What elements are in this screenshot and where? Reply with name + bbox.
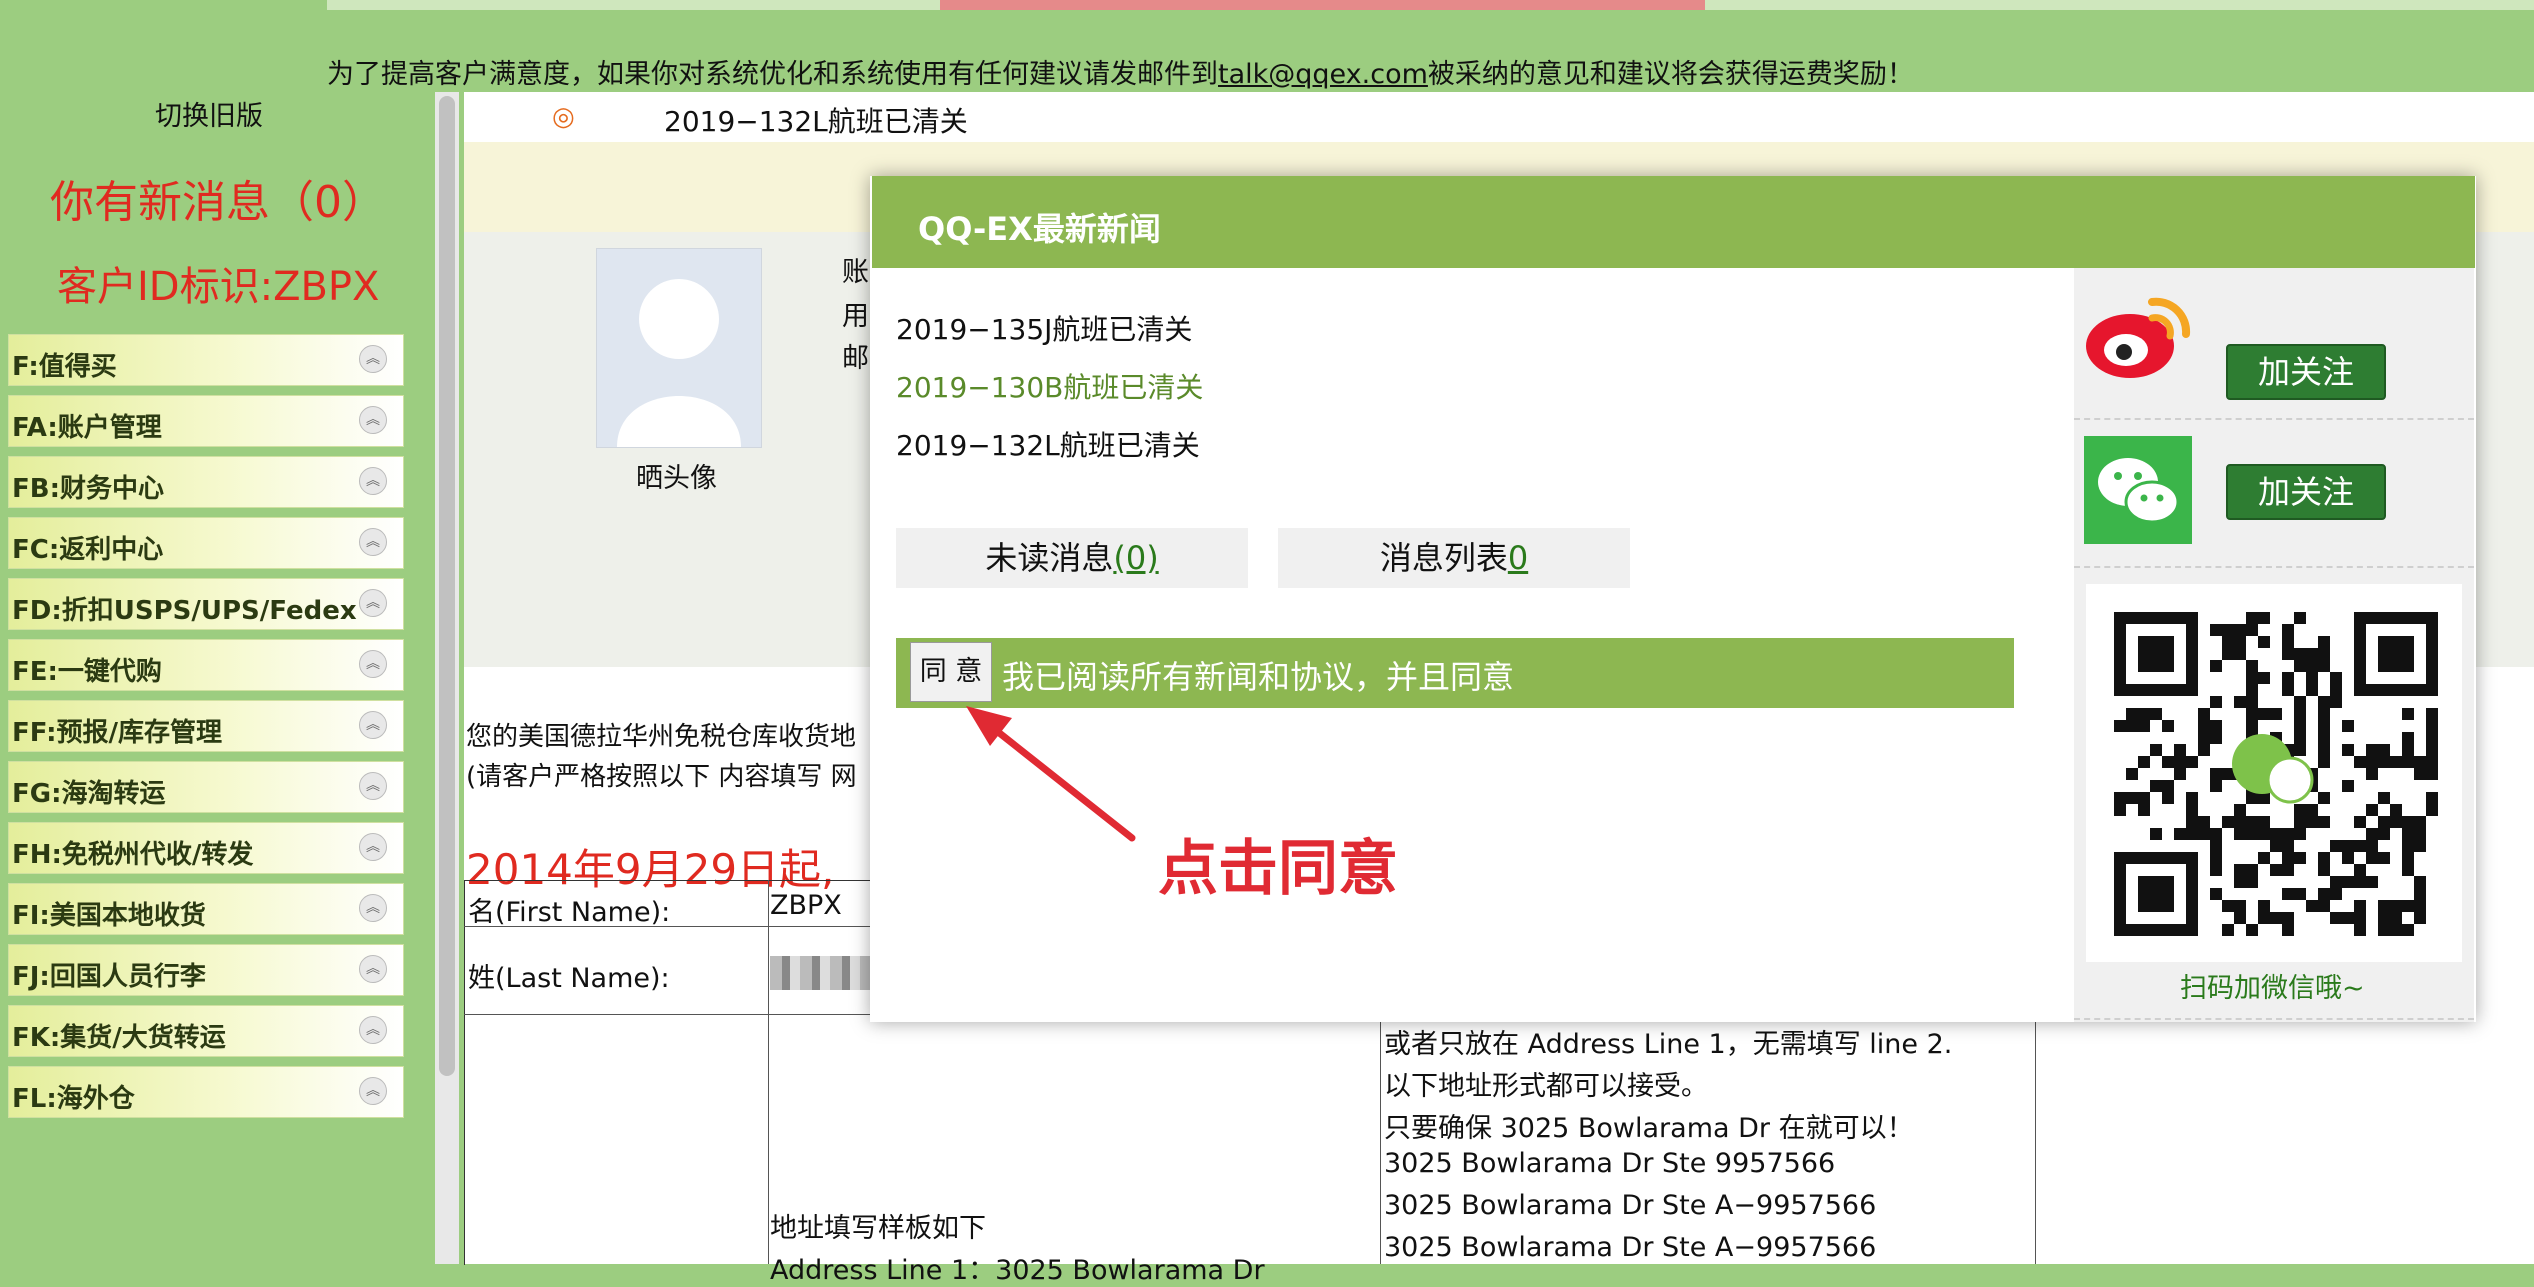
sidebar-item[interactable]: FK:集货/大货转运 ︽ xyxy=(8,1005,404,1057)
chevron-up-icon[interactable]: ︽ xyxy=(359,833,387,861)
sidebar-item[interactable]: F:值得买 ︽ xyxy=(8,334,404,386)
account-label-3: 邮 xyxy=(842,343,869,374)
top-strip-accent xyxy=(940,0,1705,10)
first-name-label: 名(First Name): xyxy=(468,897,671,928)
wechat-icon[interactable] xyxy=(2084,436,2192,544)
avatar[interactable] xyxy=(596,248,762,448)
wechat-qr-code xyxy=(2086,584,2462,962)
new-message-count[interactable]: 你有新消息（0） xyxy=(50,166,386,230)
account-label-1: 账 xyxy=(842,257,869,288)
address-example: 3025 Bowlarama Dr Ste 9957566 xyxy=(1384,1148,1836,1179)
news-item[interactable]: 2019−135J航班已清关 xyxy=(896,308,1192,348)
address-example: 或者只放在 Address Line 1，无需填写 line 2. xyxy=(1384,1029,1953,1060)
message-list-count-link[interactable]: 0 xyxy=(1508,539,1528,577)
address-template-line: Address Line 1：3025 Bowlarama Dr xyxy=(770,1255,1265,1286)
news-item-highlighted[interactable]: 2019−130B航班已清关 xyxy=(896,366,1203,406)
sidebar-item-label: FI:美国本地收货 xyxy=(12,901,206,931)
chevron-up-icon[interactable]: ︽ xyxy=(359,1077,387,1105)
sidebar-item-label: FG:海淘转运 xyxy=(12,779,166,809)
sidebar-item[interactable]: FA:账户管理 ︽ xyxy=(8,395,404,447)
news-item[interactable]: 2019−132L航班已清关 xyxy=(896,424,1200,464)
sidebar-item[interactable]: FF:预报/库存管理 ︽ xyxy=(8,700,404,752)
weibo-icon[interactable] xyxy=(2084,288,2196,384)
sidebar-item[interactable]: FG:海淘转运 ︽ xyxy=(8,761,404,813)
sidebar-item-label: FK:集货/大货转运 xyxy=(12,1023,226,1053)
notice-text-before: 为了提高客户满意度，如果你对系统优化和系统使用有任何建议请发邮件到 xyxy=(327,59,1218,90)
table-divider xyxy=(768,880,769,1264)
agree-button[interactable]: 同 意 xyxy=(910,642,992,702)
unread-count-link[interactable]: (0) xyxy=(1113,539,1158,577)
account-label-2: 用 xyxy=(842,301,869,332)
chevron-up-icon[interactable]: ︽ xyxy=(359,589,387,617)
address-example: 以下地址形式都可以接受。 xyxy=(1384,1071,1708,1102)
red-arrow-icon xyxy=(966,706,1136,842)
news-ticker[interactable]: 2019−132L航班已清关 xyxy=(664,100,968,140)
weibo-follow-button[interactable]: 加关注 xyxy=(2226,344,2386,400)
notice-text-after: 被采纳的意见和建议将会获得运费奖励！ xyxy=(1427,59,1914,90)
chevron-up-icon[interactable]: ︽ xyxy=(359,772,387,800)
sidebar-item[interactable]: FB:财务中心 ︽ xyxy=(8,456,404,508)
switch-old-version-link[interactable]: 切换旧版 xyxy=(155,94,263,133)
agree-statement: 我已阅读所有新闻和协议，并且同意 xyxy=(1002,658,1515,696)
news-bullet-icon: ◎ xyxy=(552,102,575,132)
chevron-up-icon[interactable]: ︽ xyxy=(359,406,387,434)
address-template-label: 地址填写样板如下 xyxy=(770,1213,986,1244)
sidebar-item-label: FL:海外仓 xyxy=(12,1084,135,1114)
scrollbar-thumb[interactable] xyxy=(439,96,455,1076)
scan-qr-caption: 扫码加微信哦~ xyxy=(2180,973,2365,1004)
panel-divider xyxy=(2074,1018,2474,1020)
modal-title: QQ-EX最新新闻 xyxy=(918,210,1161,248)
feedback-email-link[interactable]: talk@qqex.com xyxy=(1218,59,1428,90)
sidebar-item[interactable]: FH:免税州代收/转发 ︽ xyxy=(8,822,404,874)
sidebar-item[interactable]: FJ:回国人员行李 ︽ xyxy=(8,944,404,996)
sidebar-item-label: FB:财务中心 xyxy=(12,474,164,504)
chevron-up-icon[interactable]: ︽ xyxy=(359,894,387,922)
feedback-notice: 为了提高客户满意度，如果你对系统优化和系统使用有任何建议请发邮件到talk@qq… xyxy=(327,52,1914,91)
sidebar-item[interactable]: FD:折扣USPS/UPS/Fedex ︽ xyxy=(8,578,404,630)
unread-messages-button[interactable]: 未读消息(0) xyxy=(896,528,1248,588)
chevron-up-icon[interactable]: ︽ xyxy=(359,955,387,983)
chevron-up-icon[interactable]: ︽ xyxy=(359,528,387,556)
unread-messages-label: 未读消息 xyxy=(985,539,1114,577)
sidebar-item-label: FC:返利中心 xyxy=(12,535,164,565)
address-intro-line-1: 您的美国德拉华州免税仓库收货地 xyxy=(466,722,857,752)
first-name-value[interactable]: ZBPX xyxy=(770,890,842,921)
chevron-up-icon[interactable]: ︽ xyxy=(359,345,387,373)
chevron-up-icon[interactable]: ︽ xyxy=(359,467,387,495)
sidebar-item-label: FE:一键代购 xyxy=(12,657,162,687)
panel-divider xyxy=(2074,566,2474,568)
user-silhouette-icon xyxy=(617,279,741,447)
chevron-up-icon[interactable]: ︽ xyxy=(359,650,387,678)
address-example: 3025 Bowlarama Dr Ste A−9957566 xyxy=(1384,1232,1877,1263)
address-intro-line-2: (请客户严格按照以下 内容填写 网 xyxy=(466,762,857,792)
sidebar-item[interactable]: FE:一键代购 ︽ xyxy=(8,639,404,691)
message-list-button[interactable]: 消息列表0 xyxy=(1278,528,1630,588)
sidebar-item[interactable]: FL:海外仓 ︽ xyxy=(8,1066,404,1118)
address-example: 只要确保 3025 Bowlarama Dr 在就可以！ xyxy=(1384,1113,1914,1144)
sidebar-item-label: FA:账户管理 xyxy=(12,413,162,443)
chevron-up-icon[interactable]: ︽ xyxy=(359,711,387,739)
sidebar-item-label: FJ:回国人员行李 xyxy=(12,962,206,992)
sidebar-item-label: FH:免税州代收/转发 xyxy=(12,840,254,870)
click-agree-annotation: 点击同意 xyxy=(1158,834,1398,904)
sidebar-item-label: FF:预报/库存管理 xyxy=(12,718,222,748)
last-name-value-redacted xyxy=(770,956,870,990)
message-list-label: 消息列表 xyxy=(1379,539,1508,577)
chevron-up-icon[interactable]: ︽ xyxy=(359,1016,387,1044)
last-name-label: 姓(Last Name): xyxy=(468,963,670,994)
table-row xyxy=(464,1014,870,1015)
address-example: 3025 Bowlarama Dr Ste A−9957566 xyxy=(1384,1190,1877,1221)
sidebar-item-label: FD:折扣USPS/UPS/Fedex xyxy=(12,596,357,626)
avatar-label[interactable]: 晒头像 xyxy=(636,456,717,495)
sidebar-item[interactable]: FI:美国本地收货 ︽ xyxy=(8,883,404,935)
qr-code-icon xyxy=(2114,612,2438,936)
sidebar-item[interactable]: FC:返利中心 ︽ xyxy=(8,517,404,569)
panel-divider xyxy=(2074,418,2474,420)
client-id-label: 客户ID标识:ZBPX xyxy=(57,264,380,310)
wechat-follow-button[interactable]: 加关注 xyxy=(2226,464,2386,520)
sidebar-item-label: F:值得买 xyxy=(12,352,117,382)
